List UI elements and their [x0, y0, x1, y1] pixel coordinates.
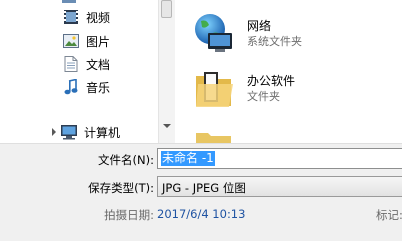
sidebar-item-label: 计算机 [84, 125, 121, 140]
music-library-icon [62, 79, 80, 95]
date-taken-value[interactable]: 2017/6/4 10:13 [157, 207, 245, 221]
tags-label: 标记: [376, 208, 402, 222]
file-item-office-software[interactable]: 办公软件 文件夹 [193, 68, 295, 110]
library-icon [60, 0, 78, 6]
file-item-network[interactable]: 网络 系统文件夹 [193, 13, 302, 55]
document-library-icon [62, 56, 80, 72]
file-browser: 视频 图片 文档 音乐 计算机 网络 系统文件夹 办公软件 文件夹 [0, 0, 402, 143]
file-name: 网络 [247, 19, 272, 33]
file-type: 系统文件夹 [247, 35, 302, 48]
filename-value: 未命名 -1 [161, 151, 215, 166]
expand-arrow-icon[interactable] [50, 124, 58, 140]
scrollbar-thumb[interactable] [161, 0, 172, 18]
sidebar-item-pictures[interactable]: 图片 [62, 31, 110, 51]
folder-icon [193, 68, 235, 110]
date-taken-label: 拍摄日期: [104, 208, 154, 222]
file-name: 办公软件 [247, 74, 296, 88]
navigation-pane: 视频 图片 文档 音乐 计算机 [0, 0, 158, 143]
sidebar-item-label: 音乐 [86, 80, 111, 95]
filename-row: 文件名(N): 未命名 -1 [0, 148, 402, 170]
filename-input[interactable]: 未命名 -1 [157, 148, 402, 169]
video-library-icon [62, 9, 80, 25]
file-type: 文件夹 [247, 90, 280, 103]
scroll-down-arrow-icon[interactable] [163, 124, 171, 128]
savetype-select[interactable]: JPG - JPEG 位图 [157, 176, 402, 197]
computer-icon [60, 124, 78, 140]
savetype-label: 保存类型(T): [88, 181, 154, 195]
sidebar-item-videos[interactable]: 视频 [62, 7, 110, 27]
sidebar-item-documents[interactable]: 文档 [62, 54, 110, 74]
file-list: 网络 系统文件夹 办公软件 文件夹 [175, 0, 402, 143]
file-item-partial-bottom[interactable] [193, 125, 235, 143]
network-globe-icon [193, 13, 235, 55]
savetype-row: 保存类型(T): JPG - JPEG 位图 [0, 176, 402, 198]
filename-label: 文件名(N): [98, 153, 154, 167]
sidebar-item-label: 视频 [86, 10, 111, 25]
sidebar-item-music[interactable]: 音乐 [62, 77, 110, 97]
picture-library-icon [62, 33, 80, 49]
sidebar-item-computer[interactable]: 计算机 [50, 122, 120, 142]
sidebar-item-label: 文档 [86, 57, 111, 72]
sidebar-item-label: 图片 [86, 34, 111, 49]
savetype-value: JPG - JPEG 位图 [162, 181, 246, 195]
folder-icon [193, 125, 235, 143]
navigation-scrollbar[interactable] [158, 0, 175, 143]
